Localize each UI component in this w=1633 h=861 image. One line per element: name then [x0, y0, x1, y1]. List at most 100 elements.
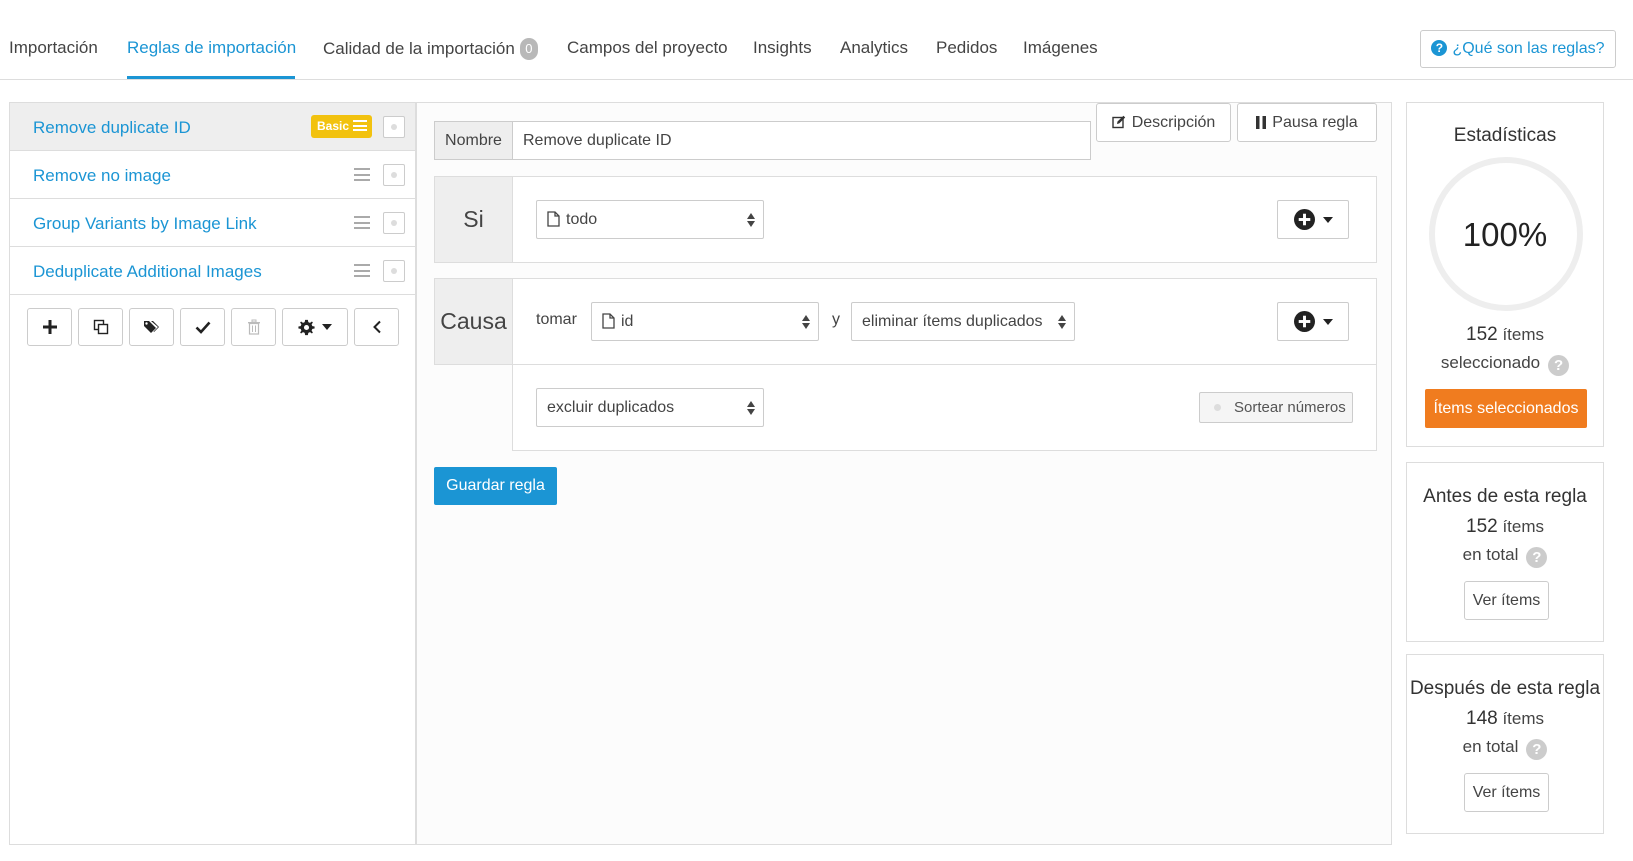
after-title: Después de esta regla [1409, 678, 1601, 699]
rule-item-deduplicate-images[interactable]: Deduplicate Additional Images [10, 247, 415, 295]
sort-arrows-icon [747, 401, 755, 415]
pause-rule-button[interactable]: Pausa regla [1237, 103, 1377, 142]
sort-arrows-icon [747, 213, 755, 227]
statistics-panel: Estadísticas 100% 152 ítems seleccionado… [1406, 102, 1604, 447]
rule-label: Group Variants by Image Link [33, 214, 257, 233]
selected-word: seleccionado [1440, 353, 1541, 372]
before-count: 152 [1466, 516, 1498, 537]
tab-pedidos[interactable]: Pedidos [936, 38, 997, 58]
tab-imagenes[interactable]: Imágenes [1023, 38, 1098, 58]
rule-item-remove-no-image[interactable]: Remove no image [10, 151, 415, 199]
action-select[interactable]: eliminar ítems duplicados [851, 302, 1075, 341]
badge-label: Basic [317, 119, 350, 133]
action-options-row: excluir duplicados Sortear números [512, 364, 1377, 451]
field-value: id [621, 313, 634, 330]
collapse-panel-button[interactable] [354, 308, 399, 346]
add-condition-button[interactable] [1277, 200, 1349, 239]
pause-label: Pausa regla [1272, 114, 1358, 131]
settings-dropdown-button[interactable] [282, 308, 348, 346]
view-items-after-button[interactable]: Ver ítems [1464, 773, 1549, 812]
activate-button[interactable] [180, 308, 225, 346]
menu-lines-icon [353, 120, 368, 131]
selected-count-line: 152 ítems [1407, 324, 1603, 346]
tags-icon [143, 321, 159, 333]
description-label: Descripción [1131, 114, 1216, 131]
rule-label: Remove no image [33, 166, 171, 185]
tab-importacion[interactable]: Importación [9, 38, 98, 58]
rule-item-remove-duplicate-id[interactable]: Remove duplicate ID Basic [10, 103, 415, 151]
drag-handle-icon[interactable] [354, 216, 370, 229]
basic-badge[interactable]: Basic [311, 115, 373, 138]
help-label: ¿Qué son las reglas? [1452, 40, 1605, 57]
tab-analytics[interactable]: Analytics [840, 38, 908, 58]
sort-arrows-icon [802, 315, 810, 329]
condition-select[interactable]: todo [536, 200, 764, 239]
total-word: en total [1462, 545, 1519, 564]
rule-toggle[interactable] [383, 164, 405, 186]
total-word: en total [1462, 737, 1519, 756]
tab-campos-proyecto[interactable]: Campos del proyecto [567, 38, 728, 58]
items-word: ítems [1502, 709, 1544, 728]
selected-items-button[interactable]: Ítems seleccionados [1425, 389, 1587, 428]
items-word: ítems [1502, 325, 1544, 344]
help-question-icon[interactable]: ? [1526, 547, 1548, 568]
copy-icon [93, 319, 108, 335]
rule-item-group-variants[interactable]: Group Variants by Image Link [10, 199, 415, 247]
sort-numbers-toggle[interactable]: Sortear números [1199, 392, 1353, 423]
items-word: ítems [1502, 517, 1544, 536]
rule-editor-panel: Nombre Remove duplicate ID Descripción P… [416, 102, 1392, 845]
rules-list-panel: Remove duplicate ID Basic Remove no imag… [9, 102, 416, 845]
file-icon [602, 313, 615, 329]
selected-count: 152 [1466, 324, 1498, 345]
tab-calidad-label: Calidad de la importación [323, 39, 515, 58]
tags-button[interactable] [129, 308, 174, 346]
plus-circle-icon [1293, 209, 1315, 230]
help-question-icon[interactable]: ? [1526, 739, 1548, 760]
rule-toggle[interactable] [383, 260, 405, 282]
tab-reglas-importacion[interactable]: Reglas de importación [127, 38, 296, 58]
duplicate-mode-select[interactable]: excluir duplicados [536, 388, 764, 427]
add-rule-button[interactable] [27, 308, 72, 346]
copy-rule-button[interactable] [78, 308, 123, 346]
statistics-title: Estadísticas [1453, 125, 1557, 146]
rules-help-button[interactable]: ? ¿Qué son las reglas? [1420, 30, 1616, 68]
description-button[interactable]: Descripción [1096, 103, 1231, 142]
plus-circle-icon [1293, 311, 1315, 332]
field-select[interactable]: id [591, 302, 819, 341]
trash-icon [247, 319, 260, 335]
help-question-icon[interactable]: ? [1548, 355, 1570, 376]
view-items-before-button[interactable]: Ver ítems [1464, 581, 1549, 620]
caret-down-icon [1322, 216, 1333, 223]
rule-label: Deduplicate Additional Images [33, 262, 262, 281]
sort-label: Sortear números [1234, 399, 1346, 416]
file-icon [547, 211, 560, 227]
rule-toggle[interactable] [383, 116, 405, 138]
active-tab-indicator [127, 76, 295, 79]
rule-label: Remove duplicate ID [33, 118, 191, 137]
condition-value: todo [566, 211, 598, 228]
condition-section: Si todo [434, 176, 1377, 263]
name-label: Nombre [434, 121, 513, 160]
after-rule-panel: Después de esta regla 148 ítems en total… [1406, 654, 1604, 834]
drag-handle-icon[interactable] [354, 168, 370, 181]
causa-label: Causa [435, 279, 513, 364]
drag-handle-icon[interactable] [354, 264, 370, 277]
delete-rule-button[interactable] [231, 308, 276, 346]
caret-down-icon [1322, 318, 1333, 325]
after-total-line: en total? [1407, 737, 1603, 760]
rule-toggle[interactable] [383, 212, 405, 234]
save-rule-button[interactable]: Guardar regla [434, 467, 557, 505]
quality-count-badge: 0 [519, 38, 538, 60]
si-label: Si [435, 177, 513, 262]
question-circle-icon: ? [1431, 40, 1448, 56]
check-icon [195, 321, 210, 334]
add-action-button[interactable] [1277, 302, 1349, 341]
top-tab-bar: Importación Reglas de importación Calida… [0, 0, 1633, 80]
tab-calidad-importacion[interactable]: Calidad de la importación 0 [323, 38, 538, 60]
before-title: Antes de esta regla [1423, 486, 1587, 507]
tab-insights[interactable]: Insights [753, 38, 812, 58]
chevron-left-icon [372, 320, 381, 334]
edit-icon [1112, 115, 1125, 129]
pause-icon [1256, 116, 1267, 129]
rule-name-input[interactable]: Remove duplicate ID [512, 121, 1091, 160]
